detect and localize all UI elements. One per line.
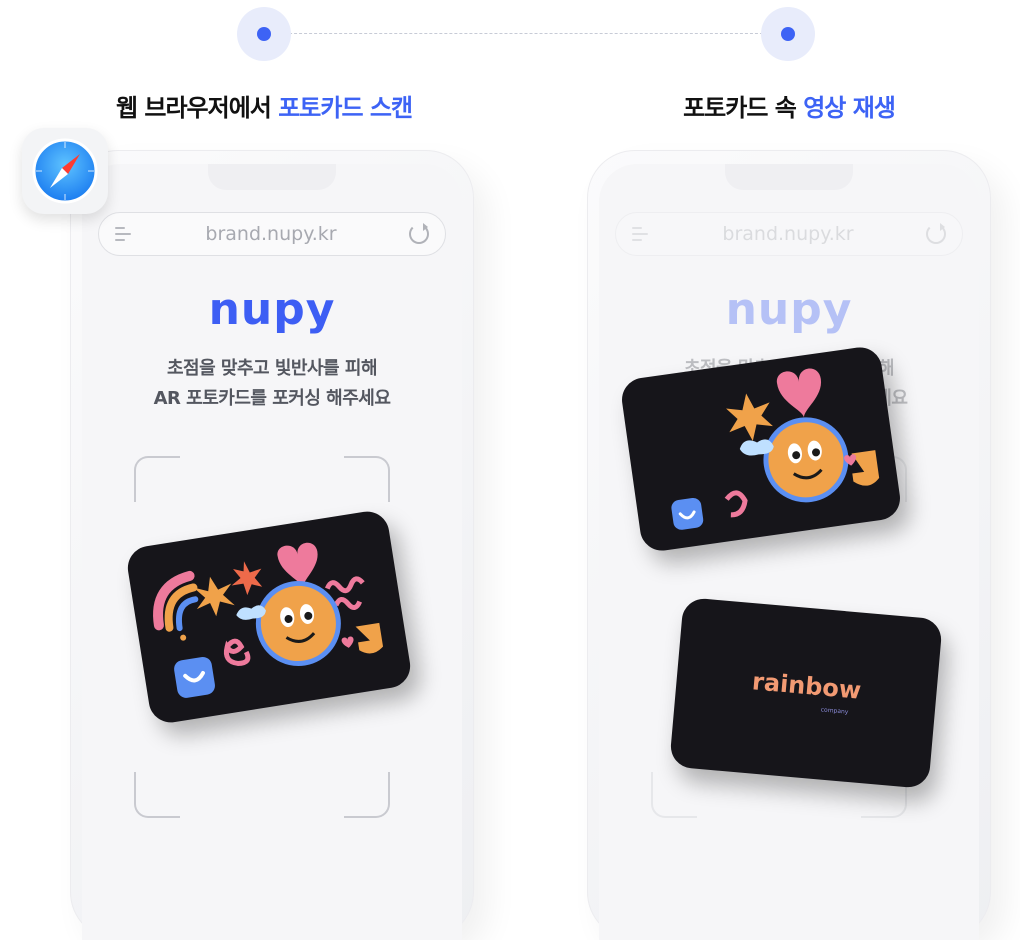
photocard-back: rainbow company <box>669 596 943 790</box>
step-2-title: 포토카드 속 영상 재생 <box>640 88 938 123</box>
scan-frame-corner-tr <box>344 456 390 502</box>
step-2-title-prefix: 포토카드 속 <box>683 94 804 122</box>
reload-icon[interactable] <box>408 223 429 244</box>
browser-url-bar: brand.nupy.kr <box>615 212 963 256</box>
menu-icon <box>632 227 650 241</box>
step-dot-icon <box>257 27 271 41</box>
photocard-playing-front <box>619 344 903 554</box>
guide-line-2: AR 포토카드를 포커싱 해주세요 <box>153 388 391 409</box>
step-1-title: 웹 브라우저에서 포토카드 스캔 <box>100 88 428 123</box>
step-2-title-accent: 영상 재생 <box>803 94 896 122</box>
nupy-logo: nupy <box>725 284 853 335</box>
photocard-art <box>671 368 880 530</box>
step-1-title-accent: 포토카드 스캔 <box>278 94 413 122</box>
safari-icon <box>22 128 108 214</box>
guide-line-1: 초점을 맞추고 빛반사를 피해 <box>166 358 378 379</box>
scan-frame-corner-bl <box>651 772 697 818</box>
step-2-indicator <box>761 7 815 61</box>
scan-guide-text: 초점을 맞추고 빛반사를 피해 AR 포토카드를 포커싱 해주세요 <box>82 354 462 414</box>
menu-icon[interactable] <box>115 227 133 241</box>
nupy-logo: nupy <box>208 284 336 335</box>
phone-notch <box>725 164 853 190</box>
phone-screen: brand.nupy.kr nupy 초점을 맞추고 빛반사를 피해 AR 포토… <box>599 164 979 940</box>
step-1-title-prefix: 웹 브라우저에서 <box>115 94 279 122</box>
url-text: brand.nupy.kr <box>205 223 337 245</box>
scan-frame-corner-bl <box>134 772 180 818</box>
browser-url-bar[interactable]: brand.nupy.kr <box>98 212 446 256</box>
scan-frame-corner-br <box>344 772 390 818</box>
scan-frame-corner-tl <box>134 456 180 502</box>
step-1-indicator <box>237 7 291 61</box>
reload-icon <box>925 223 946 244</box>
step-dot-icon <box>781 27 795 41</box>
url-text: brand.nupy.kr <box>722 223 854 245</box>
step-connector-line <box>264 33 788 34</box>
phone-notch <box>208 164 336 190</box>
